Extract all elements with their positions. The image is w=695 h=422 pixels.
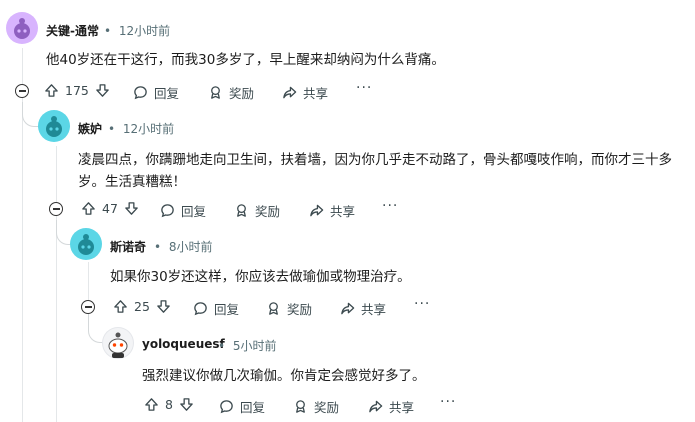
upvote-icon[interactable] [44,83,59,98]
avatar[interactable] [70,228,102,260]
separator-dot: • [154,240,162,254]
comment-text: 如果你30岁还这样，你应该去做瑜伽或物理治疗。 [110,269,411,285]
comment-author[interactable]: 斯诺奇 [110,238,146,255]
downvote-icon[interactable] [95,83,110,98]
share-button[interactable]: 共享 [282,83,328,102]
reply-label: 回复 [154,86,180,101]
more-options-button[interactable]: ··· [440,394,456,410]
avatar[interactable] [6,12,38,44]
avatar[interactable] [102,327,134,359]
share-button[interactable]: 共享 [340,299,386,318]
share-button[interactable]: 共享 [368,397,414,416]
avatar[interactable] [38,110,70,142]
comment-author[interactable]: yoloqueuesf [142,337,225,351]
share-icon [310,204,324,217]
share-label: 共享 [330,204,356,219]
comment-text: 他40岁还在干这行，而我30多岁了，早上醒来却纳闷为什么背痛。 [46,52,445,68]
comment-bubble-icon [134,86,147,100]
share-button[interactable]: 共享 [309,201,355,220]
share-icon [341,302,355,315]
award-button[interactable]: 奖励 [293,397,339,416]
comment-meta: • 12小时前 [108,120,174,137]
reply-label: 回复 [181,204,207,219]
comment-author[interactable]: 关键-通常 [46,22,99,39]
award-label: 奖励 [229,86,255,101]
more-options-button[interactable]: ··· [356,80,372,96]
comment-meta: • 12小时前 [104,22,170,39]
separator-dot: • [108,122,116,136]
share-icon [369,400,383,413]
vote-count: 175 [65,83,89,98]
comment-time: 5小时前 [232,339,277,353]
downvote-icon[interactable] [156,299,171,314]
award-label: 奖励 [287,302,313,317]
comment-time: 12小时前 [122,122,175,136]
reply-button[interactable]: 回复 [133,83,179,102]
award-button[interactable]: 奖励 [208,83,254,102]
thread-line [88,262,89,300]
reply-label: 回复 [240,400,266,415]
comment-text: 强烈建议你做几次瑜伽。你肯定会感觉好多了。 [142,368,426,384]
comment-time: 8小时前 [168,240,213,254]
award-button[interactable]: 奖励 [234,201,280,220]
collapse-thread-button[interactable] [15,84,29,98]
separator-dot: • [218,339,226,353]
award-icon [237,204,246,217]
comment-bubble-icon [194,302,207,316]
vote-controls: 25 [113,299,171,314]
downvote-icon[interactable] [124,201,139,216]
comment-bubble-icon [161,204,174,218]
comment-time: 12小时前 [118,24,171,38]
upvote-icon[interactable] [81,201,96,216]
reply-label: 回复 [214,302,240,317]
comment-author[interactable]: 嫉妒 [78,120,102,137]
comment-bubble-icon [220,400,233,414]
vote-controls: 8 [144,397,194,412]
vote-controls: 175 [44,83,110,98]
comment-meta: • 5小时前 [218,337,277,354]
comment-text: 凌晨四点，你蹒跚地走向卫生间，扶着墙，因为你几乎走不动路了，骨头都嘎吱作响，而你… [78,152,672,190]
share-label: 共享 [303,86,329,101]
share-label: 共享 [361,302,387,317]
award-icon [211,86,220,99]
award-button[interactable]: 奖励 [266,299,312,318]
reply-button[interactable]: 回复 [193,299,239,318]
vote-count: 47 [102,201,118,216]
award-label: 奖励 [314,400,340,415]
vote-count: 25 [134,299,150,314]
collapse-thread-button[interactable] [49,202,63,216]
more-options-button[interactable]: ··· [382,198,398,214]
thread-connector [22,102,39,127]
vote-count: 8 [165,397,173,412]
share-label: 共享 [389,400,415,415]
award-label: 奖励 [255,204,281,219]
share-icon [283,86,297,99]
award-icon [296,400,305,413]
comment-meta: • 8小时前 [154,238,213,255]
separator-dot: • [104,24,112,38]
reply-button[interactable]: 回复 [160,201,206,220]
upvote-icon[interactable] [113,299,128,314]
upvote-icon[interactable] [144,397,159,412]
award-icon [269,302,278,315]
thread-line [56,146,57,422]
collapse-thread-button[interactable] [81,300,95,314]
downvote-icon[interactable] [179,397,194,412]
more-options-button[interactable]: ··· [414,296,430,312]
vote-controls: 47 [81,201,139,216]
reply-button[interactable]: 回复 [219,397,265,416]
